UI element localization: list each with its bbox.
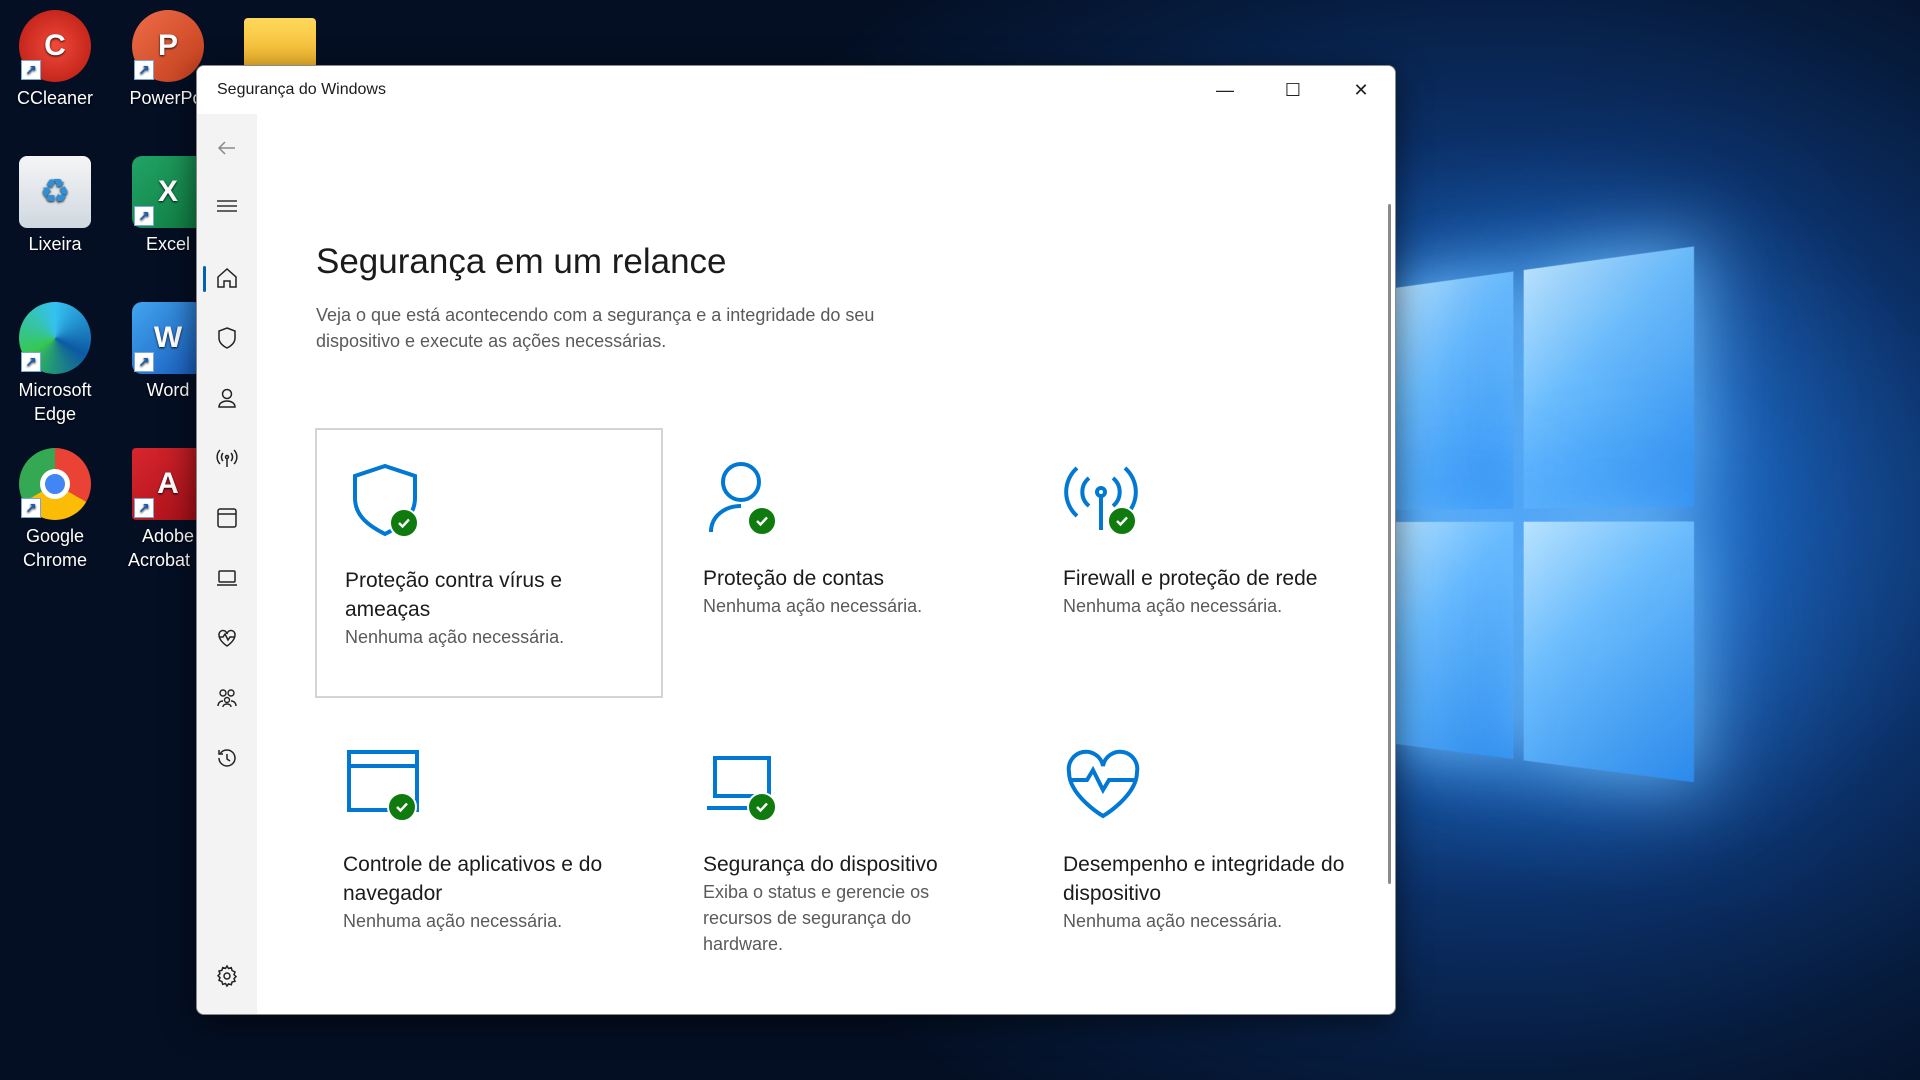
sidebar-item-device-performance[interactable] — [197, 616, 257, 660]
card-account-protection[interactable]: Proteção de contas Nenhuma ação necessár… — [675, 428, 1023, 698]
sidebar-item-family-options[interactable] — [197, 676, 257, 720]
heart-pulse-icon — [1066, 749, 1140, 819]
folder-icon — [244, 18, 316, 68]
edge-icon: ↗ — [19, 302, 91, 374]
settings-button[interactable] — [197, 954, 257, 998]
browser-window-icon — [217, 508, 237, 528]
checkmark-icon — [387, 792, 417, 822]
sidebar-item-virus-protection[interactable] — [197, 316, 257, 360]
back-button[interactable] — [197, 126, 257, 170]
sidebar-item-protection-history[interactable] — [197, 736, 257, 780]
home-icon — [217, 267, 237, 288]
windows-security-window: Segurança do Windows — ☐ ✕ Segurança em … — [196, 65, 1396, 1015]
sidebar-item-home[interactable] — [197, 256, 257, 300]
sidebar-item-app-browser-control[interactable] — [197, 496, 257, 540]
excel-icon: X ↗ — [132, 156, 204, 228]
recycle-bin-icon: ♻ — [19, 156, 91, 228]
card-title: Controle de aplicativos e do navegador — [343, 853, 603, 905]
card-description: Nenhuma ação necessária. — [1063, 911, 1283, 931]
back-arrow-icon — [217, 141, 235, 155]
menu-button[interactable] — [197, 184, 257, 228]
desktop-icon-label: Microsoft Edge — [18, 380, 92, 424]
hamburger-icon — [217, 200, 237, 212]
page-subtitle: Veja o que está acontecendo com a segura… — [316, 305, 875, 351]
ccleaner-icon: C ↗ — [19, 10, 91, 82]
laptop-icon — [217, 570, 237, 586]
page-title: Segurança em um relance — [316, 242, 727, 281]
sidebar-item-device-security[interactable] — [197, 556, 257, 600]
card-description: Nenhuma ação necessária. — [343, 911, 563, 931]
sidebar-item-firewall[interactable] — [197, 436, 257, 480]
powerpoint-icon: P ↗ — [132, 10, 204, 82]
desktop-icon-edge[interactable]: ↗ Microsoft Edge — [5, 302, 105, 426]
heart-pulse-icon — [218, 629, 236, 647]
scrollbar[interactable] — [1388, 204, 1391, 884]
chrome-icon: ↗ — [19, 448, 91, 520]
card-firewall[interactable]: Firewall e proteção de rede Nenhuma ação… — [1035, 428, 1383, 698]
desktop-icon-ccleaner[interactable]: C ↗ CCleaner — [5, 10, 105, 110]
card-description: Nenhuma ação necessária. — [703, 596, 923, 616]
sidebar-item-account-protection[interactable] — [197, 376, 257, 420]
title-bar: Segurança do Windows — ☐ ✕ — [197, 66, 1395, 114]
antenna-icon — [216, 449, 238, 467]
card-title: Segurança do dispositivo — [703, 853, 938, 876]
card-description: Exiba o status e gerencie os recursos de… — [703, 882, 930, 954]
minimize-button[interactable]: — — [1191, 66, 1259, 114]
card-app-browser-control[interactable]: Controle de aplicativos e do navegador N… — [315, 714, 663, 984]
desktop-icon-folder[interactable] — [230, 10, 330, 72]
gear-icon — [216, 964, 238, 988]
close-button[interactable]: ✕ — [1327, 66, 1395, 114]
main-content: Segurança em um relance Veja o que está … — [257, 114, 1395, 1014]
maximize-button[interactable]: ☐ — [1259, 66, 1327, 114]
wallpaper-windows-logo — [1380, 246, 1695, 803]
checkmark-icon — [747, 792, 777, 822]
family-icon — [217, 689, 237, 708]
card-description: Nenhuma ação necessária. — [1063, 596, 1283, 616]
card-device-performance[interactable]: Desempenho e integridade do dispositivo … — [1035, 714, 1383, 984]
desktop-icon-chrome[interactable]: ↗ Google Chrome — [5, 448, 105, 572]
shield-icon — [218, 327, 236, 349]
checkmark-icon — [747, 506, 777, 536]
desktop-icon-label: Lixeira — [28, 234, 82, 254]
card-description: Nenhuma ação necessária. — [345, 627, 565, 647]
window-title: Segurança do Windows — [217, 81, 386, 98]
card-title: Firewall e proteção de rede — [1063, 567, 1318, 590]
desktop-icon-recycle-bin[interactable]: ♻ Lixeira — [5, 156, 105, 256]
card-device-security[interactable]: Segurança do dispositivo Exiba o status … — [675, 714, 1023, 984]
card-virus-protection[interactable]: Proteção contra vírus e ameaças Nenhuma … — [315, 428, 663, 698]
sidebar-nav — [197, 114, 257, 1014]
word-icon: W ↗ — [132, 302, 204, 374]
history-icon — [218, 749, 236, 767]
card-title: Desempenho e integridade do dispositivo — [1063, 853, 1345, 905]
checkmark-icon — [1107, 506, 1137, 536]
person-icon — [218, 388, 236, 408]
checkmark-icon — [389, 508, 419, 538]
desktop-icon-label: CCleaner — [16, 88, 94, 108]
acrobat-icon: A ↗ — [132, 448, 204, 520]
desktop-icon-label: Google Chrome — [22, 526, 88, 570]
card-title: Proteção contra vírus e ameaças — [345, 569, 563, 621]
card-title: Proteção de contas — [703, 567, 884, 590]
